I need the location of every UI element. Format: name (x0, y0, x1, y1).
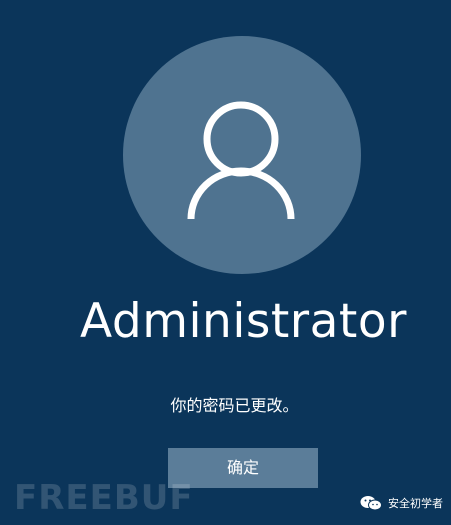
wechat-icon (360, 496, 382, 511)
avatar (123, 36, 361, 274)
user-icon (187, 101, 295, 220)
freebuf-watermark: FREEBUF (14, 478, 194, 518)
wechat-watermark: 安全初学者 (360, 495, 443, 511)
lock-screen: Administrator 你的密码已更改。 确定 FREEBUF 安全初学者 (0, 0, 451, 525)
user-name: Administrator (80, 294, 407, 349)
status-message: 你的密码已更改。 (170, 396, 299, 415)
wechat-account-label: 安全初学者 (388, 497, 443, 510)
